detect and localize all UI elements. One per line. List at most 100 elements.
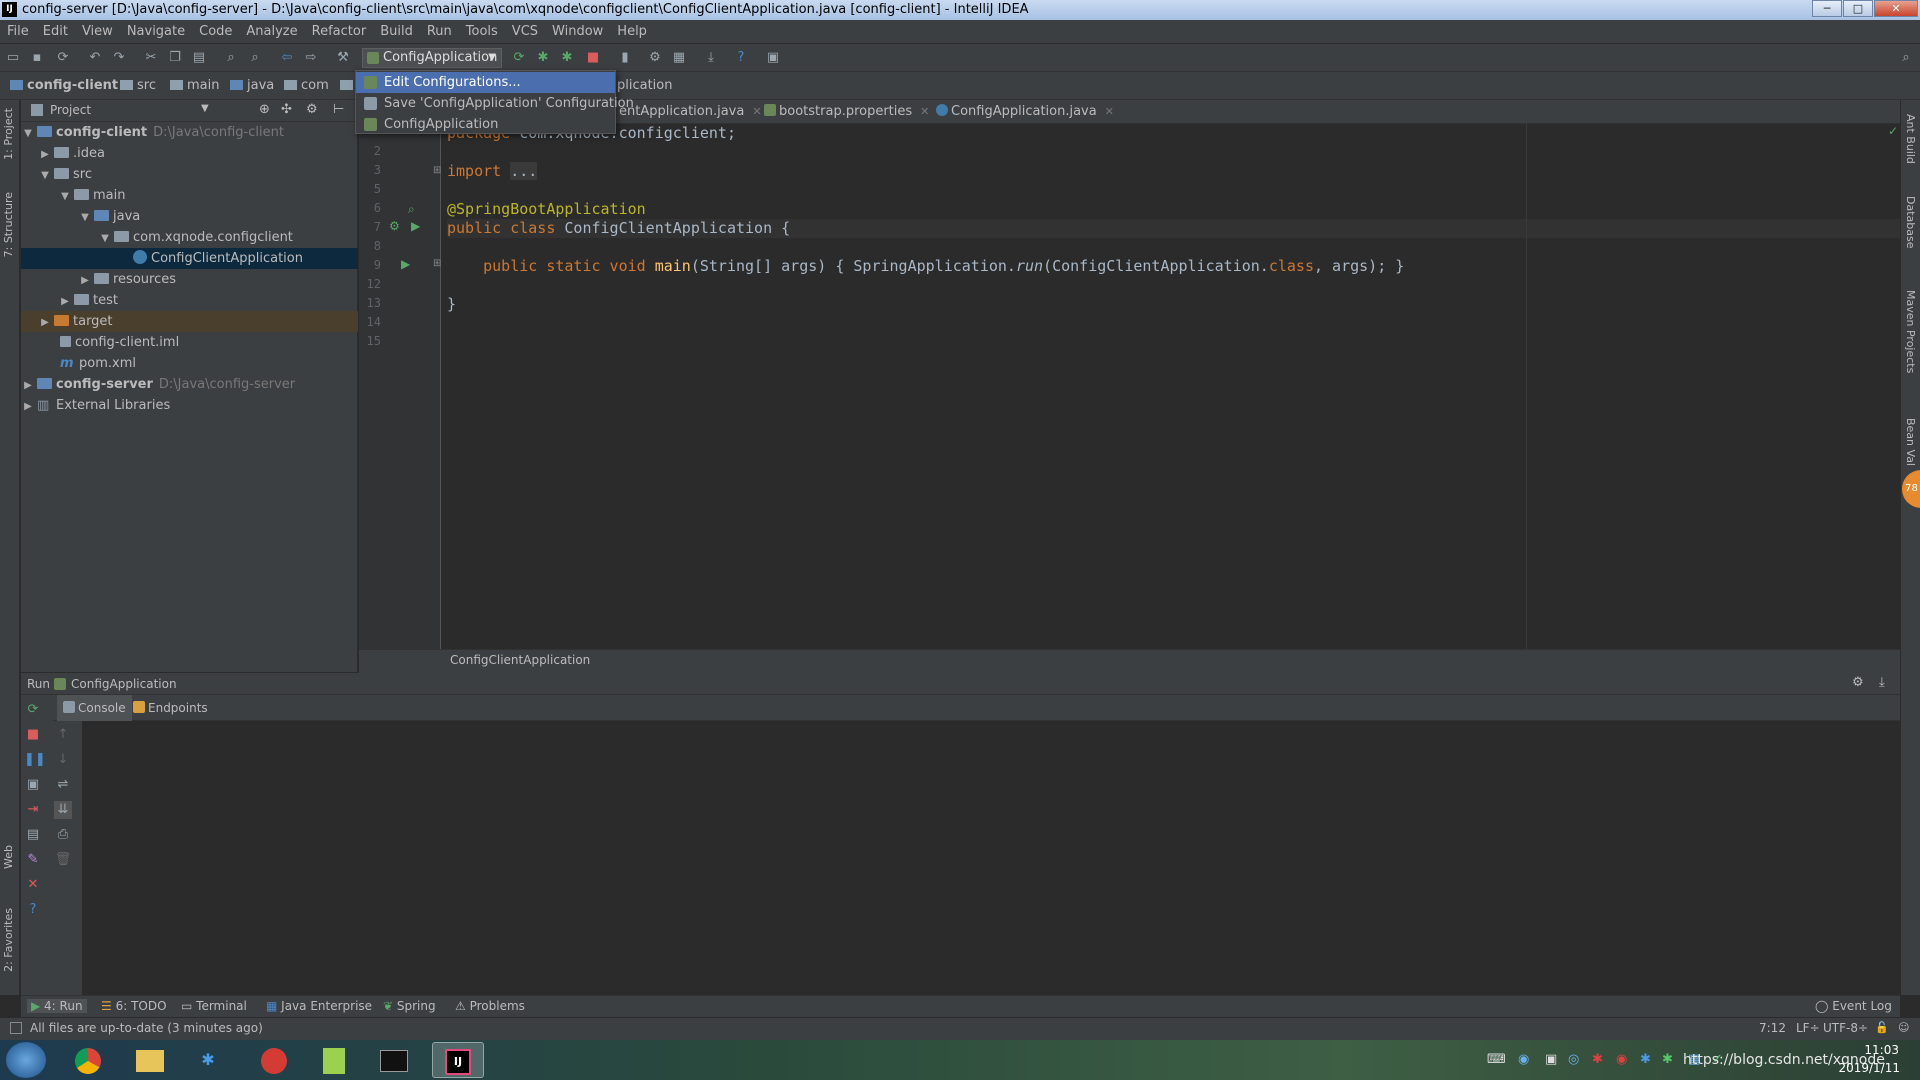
print-icon[interactable]: ⎙ [54, 826, 72, 844]
close-icon[interactable]: ✕ [24, 876, 42, 894]
fold-icon[interactable]: ⊞ [433, 258, 441, 269]
structure-tool-button[interactable]: 7: Structure [2, 192, 15, 257]
menu-vcs[interactable]: VCS [505, 20, 545, 44]
menu-build[interactable]: Build [373, 20, 420, 44]
netease-music-app-icon[interactable] [248, 1042, 300, 1078]
favorites-tool-button[interactable]: 2: Favorites [2, 908, 15, 972]
toggle-tool-windows-icon[interactable] [10, 1022, 22, 1034]
file-encoding[interactable]: UTF-8÷ [1823, 1021, 1868, 1035]
back-icon[interactable]: ⇦ [278, 49, 296, 67]
tool-window-java-enterprise[interactable]: ▦ Java Enterprise [266, 999, 372, 1013]
minimize-button[interactable]: ─ [1812, 0, 1842, 17]
tree-item-src[interactable]: ▼ src [21, 164, 358, 185]
tab-config-application[interactable]: ConfigApplication.java ✕ [928, 100, 1122, 124]
tool-window-problems[interactable]: ⚠ Problems [455, 999, 525, 1013]
coverage-icon[interactable]: ✱ [558, 49, 576, 67]
gear-icon[interactable]: ⚙ [1852, 675, 1864, 690]
undo-icon[interactable]: ↶ [86, 49, 104, 67]
stop-icon[interactable]: ■ [584, 49, 602, 67]
database-tool-button[interactable]: Database [1904, 196, 1917, 249]
tree-item-idea[interactable]: ▶ .idea [21, 143, 358, 164]
menu-run[interactable]: Run [420, 20, 459, 44]
breadcrumb-project[interactable]: config-client [10, 78, 118, 93]
view-select-chevron-icon[interactable]: ▼ [201, 103, 209, 114]
breadcrumb-src[interactable]: src [120, 78, 156, 93]
menu-navigate[interactable]: Navigate [120, 20, 192, 44]
run-main-gutter-icon[interactable]: ▶ [401, 257, 410, 271]
tray-app-icon[interactable]: ✱ [1592, 1052, 1603, 1067]
settings-tool-icon[interactable]: ⚙ [646, 49, 664, 67]
event-log-button[interactable]: ◯ Event Log [1815, 999, 1892, 1013]
tool-window-todo[interactable]: ☰ 6: TODO [101, 999, 167, 1013]
lock-icon[interactable]: 🔓 [1875, 1021, 1889, 1034]
menu-window[interactable]: Window [545, 20, 610, 44]
breadcrumb-com[interactable]: com [284, 78, 329, 93]
tab-endpoints[interactable]: Endpoints [127, 695, 214, 721]
trash-icon[interactable]: 🗑 [54, 851, 72, 869]
build-icon[interactable]: ⚒ [334, 49, 352, 67]
tab-bootstrap-properties[interactable]: bootstrap.properties ✕ [756, 100, 937, 124]
tray-app-icon[interactable]: ◎ [1568, 1052, 1579, 1067]
inspector-icon[interactable]: ☺ [1898, 1021, 1909, 1034]
debug-icon[interactable]: ✱ [534, 49, 552, 67]
fold-icon[interactable]: ⊞ [433, 165, 441, 176]
tool-window-spring[interactable]: ❦ Spring [383, 999, 436, 1013]
tree-item-java[interactable]: ▼ java [21, 206, 358, 227]
clock-time[interactable]: 11:03 [1855, 1043, 1899, 1057]
console-output[interactable] [82, 721, 1900, 995]
tray-keyboard-icon[interactable]: ⌨ [1487, 1052, 1506, 1067]
tool-window-terminal[interactable]: ▭ Terminal [181, 999, 247, 1013]
attach-icon[interactable]: ▮ [616, 49, 634, 67]
app-gear-icon[interactable]: ✱ [182, 1042, 234, 1078]
maximize-button[interactable]: □ [1843, 0, 1873, 17]
tool-window-run[interactable]: ▶ 4: Run [27, 999, 87, 1013]
sdk-icon[interactable]: ⤓ [702, 49, 720, 67]
breadcrumb-java[interactable]: java [230, 78, 274, 93]
sync-icon[interactable]: ⟳ [54, 49, 72, 67]
web-tool-button[interactable]: Web [2, 845, 15, 869]
tray-app-icon[interactable]: ✱ [1662, 1052, 1673, 1067]
line-separator[interactable]: LF÷ [1796, 1021, 1820, 1035]
stop-icon[interactable]: ■ [24, 726, 42, 744]
menu-view[interactable]: View [75, 20, 120, 44]
notification-badge[interactable]: 78 [1902, 470, 1920, 508]
intellij-app-icon[interactable]: IJ [432, 1042, 484, 1078]
tree-item-test[interactable]: ▶ test [21, 290, 358, 311]
forward-icon[interactable]: ⇨ [302, 49, 320, 67]
spring-context-gutter-icon[interactable]: ⚙ [389, 219, 400, 233]
cursor-position[interactable]: 7:12 [1759, 1021, 1786, 1035]
find-icon[interactable]: ⌕ [222, 49, 240, 67]
tree-item-pom[interactable]: m pom.xml [21, 353, 358, 374]
scroll-to-end-icon[interactable]: ⇊ [54, 801, 72, 819]
save-icon[interactable]: ▪ [28, 49, 46, 67]
layout-icon[interactable]: ▤ [24, 826, 42, 844]
down-arrow-icon[interactable]: ↓ [54, 751, 72, 769]
clock-date[interactable]: 2019/1/11 [1836, 1061, 1900, 1075]
rerun-icon[interactable]: ⟳ [24, 701, 42, 719]
menu-tools[interactable]: Tools [459, 20, 505, 44]
tree-item-config-server[interactable]: ▶ config-server D:\Java\config-server [21, 374, 358, 395]
plugin-icon[interactable]: ▣ [764, 49, 782, 67]
tree-item-iml[interactable]: config-client.iml [21, 332, 358, 353]
tray-music-icon[interactable]: ◉ [1616, 1052, 1627, 1067]
gear-icon[interactable]: ⚙ [306, 102, 318, 117]
dump-threads-icon[interactable]: ▣ [24, 776, 42, 794]
help-icon[interactable]: ? [732, 49, 750, 67]
tree-item-config-client[interactable]: ▼ config-client D:\Java\config-client [21, 122, 358, 143]
exit-icon[interactable]: ⇥ [24, 801, 42, 819]
pause-icon[interactable]: ❚❚ [24, 751, 46, 769]
menu-code[interactable]: Code [192, 20, 239, 44]
up-arrow-icon[interactable]: ↑ [54, 726, 72, 744]
copy-icon[interactable]: ❐ [166, 49, 184, 67]
close-tab-icon[interactable]: ✕ [1105, 105, 1114, 118]
ant-build-tool-button[interactable]: Ant Build [1904, 114, 1917, 164]
search-icon[interactable]: ⌕ [1897, 49, 1915, 67]
pin-icon[interactable]: ✎ [24, 851, 42, 869]
menu-file[interactable]: File [0, 20, 36, 44]
run-icon[interactable]: ⟳ [510, 49, 528, 67]
explorer-app-icon[interactable] [124, 1042, 176, 1078]
menu-refactor[interactable]: Refactor [305, 20, 374, 44]
start-button[interactable] [6, 1042, 46, 1078]
breadcrumb-main[interactable]: main [170, 78, 219, 93]
bean-validation-tool-button[interactable]: Bean Val [1904, 418, 1917, 466]
